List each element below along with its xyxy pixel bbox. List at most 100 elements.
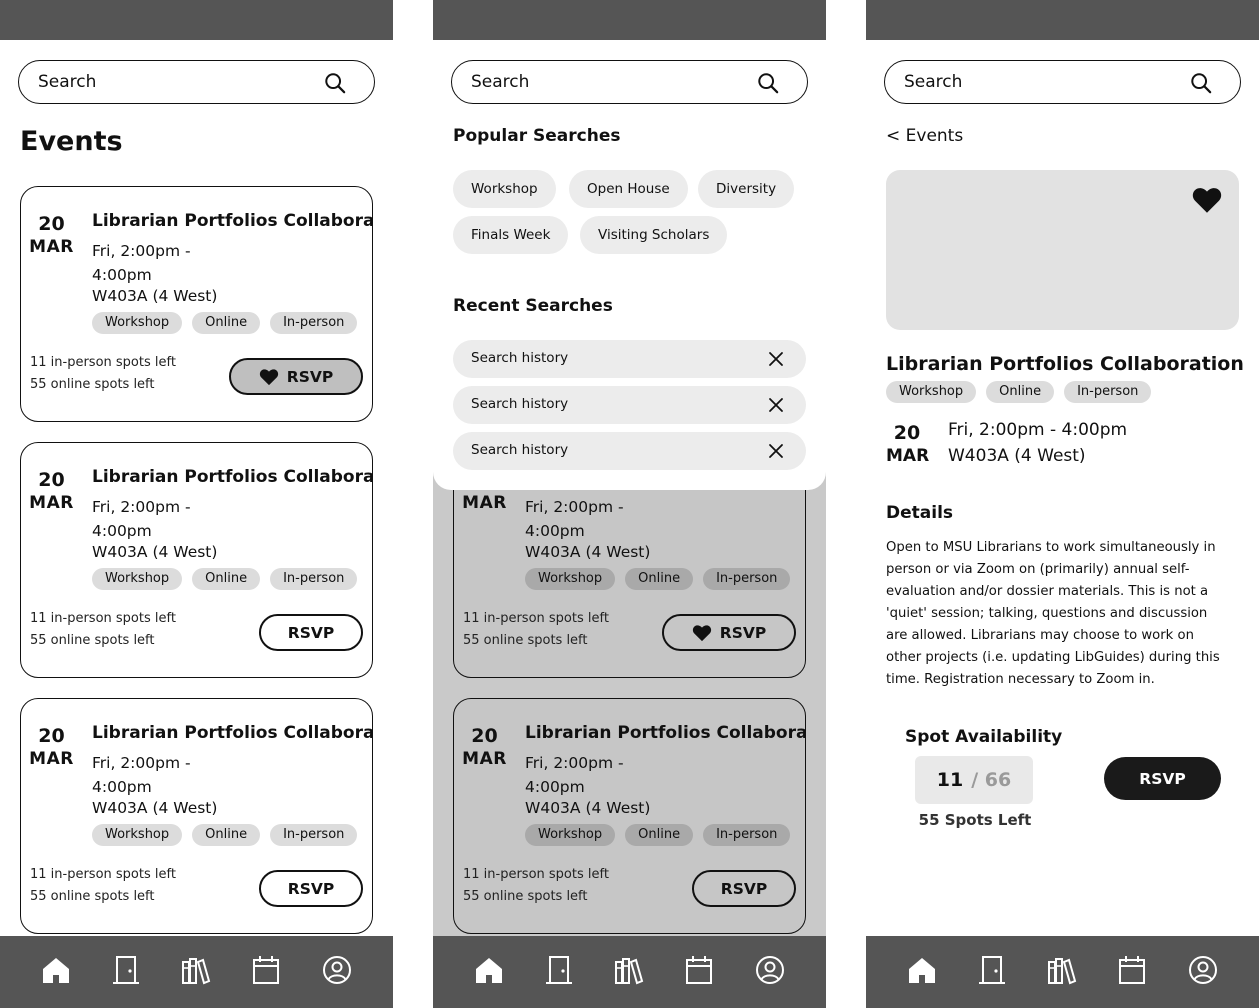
- spot-availability-title: Spot Availability: [905, 727, 1063, 747]
- search-icon[interactable]: [324, 72, 346, 94]
- books-icon[interactable]: [613, 954, 645, 986]
- event-card[interactable]: 20 MAR Librarian Portfolios Collaboratio…: [20, 442, 373, 678]
- close-icon[interactable]: [768, 443, 784, 459]
- tag-online: Online: [625, 568, 694, 590]
- recent-search-item[interactable]: Search history: [453, 432, 806, 470]
- door-icon[interactable]: [976, 954, 1008, 986]
- event-image: [886, 170, 1239, 330]
- search-placeholder: Search: [38, 72, 97, 92]
- event-time: Fri, 2:00pm - 4:00pm: [525, 498, 624, 540]
- tab-bar: [0, 936, 393, 1008]
- event-title: Librarian Portfolios Collaboration: [92, 211, 373, 231]
- spot-counter: 11 / 66: [915, 756, 1033, 804]
- calendar-icon[interactable]: [250, 954, 282, 986]
- search-input[interactable]: Search: [18, 60, 375, 104]
- search-placeholder: Search: [471, 72, 530, 92]
- back-link[interactable]: < Events: [886, 126, 963, 146]
- popular-chip-workshop[interactable]: Workshop: [453, 170, 556, 208]
- tag-in-person: In-person: [270, 568, 358, 590]
- online-spots: 55 online spots left: [30, 633, 155, 648]
- home-icon[interactable]: [473, 954, 505, 986]
- events-list-screen: Search Events 20 MAR Librarian Portfolio…: [0, 0, 393, 1008]
- spots-taken: 11: [936, 769, 964, 791]
- rsvp-button[interactable]: RSVP: [229, 358, 363, 395]
- search-icon[interactable]: [757, 72, 779, 94]
- profile-icon[interactable]: [754, 954, 786, 986]
- event-title: Librarian Portfolios Collaboration: [92, 467, 373, 487]
- event-title: Librarian Portfolios Collaboration: [525, 723, 806, 743]
- status-bar: [0, 0, 393, 40]
- event-month: MAR: [886, 446, 930, 466]
- event-tags: Workshop Online In-person: [525, 824, 791, 846]
- tag-in-person: In-person: [703, 568, 791, 590]
- rsvp-button[interactable]: RSVP: [662, 614, 796, 651]
- event-room: W403A (4 West): [525, 799, 651, 817]
- event-title: Librarian Portfolios Collaboration: [92, 723, 373, 743]
- calendar-icon[interactable]: [1116, 954, 1148, 986]
- rsvp-label: RSVP: [287, 623, 335, 642]
- rsvp-button[interactable]: RSVP: [259, 614, 363, 651]
- profile-icon[interactable]: [1187, 954, 1219, 986]
- tag-workshop: Workshop: [92, 568, 183, 590]
- popular-chip-visiting-scholars[interactable]: Visiting Scholars: [580, 216, 728, 254]
- search-screen: MAR Fri, 2:00pm - 4:00pm W403A (4 West) …: [433, 0, 826, 1008]
- heart-icon: [692, 624, 711, 641]
- rsvp-button[interactable]: RSVP: [692, 870, 796, 907]
- event-tags: Workshop Online In-person: [92, 824, 358, 846]
- search-placeholder: Search: [904, 72, 963, 92]
- online-spots: 55 online spots left: [463, 889, 588, 904]
- calendar-icon[interactable]: [683, 954, 715, 986]
- tag-online: Online: [625, 824, 694, 846]
- rsvp-button[interactable]: RSVP: [1104, 757, 1221, 800]
- event-tags: Workshop Online In-person: [92, 312, 358, 334]
- search-input[interactable]: Search: [884, 60, 1241, 104]
- tag-workshop: Workshop: [92, 824, 183, 846]
- rsvp-button[interactable]: RSVP: [259, 870, 363, 907]
- event-time: Fri, 2:00pm - 4:00pm: [525, 754, 624, 796]
- popular-chip-finals-week[interactable]: Finals Week: [453, 216, 569, 254]
- heart-icon[interactable]: [1191, 186, 1223, 214]
- event-tags: Workshop Online In-person: [525, 568, 791, 590]
- inperson-spots: 11 in-person spots left: [30, 611, 176, 626]
- event-day: 20: [38, 725, 65, 747]
- event-title: Librarian Portfolios Collaboration: [886, 353, 1244, 375]
- event-time: Fri, 2:00pm - 4:00pm: [948, 420, 1128, 440]
- event-time: Fri, 2:00pm - 4:00pm: [92, 498, 191, 540]
- recent-searches-title: Recent Searches: [453, 296, 613, 316]
- inperson-spots: 11 in-person spots left: [463, 867, 609, 882]
- close-icon[interactable]: [768, 397, 784, 413]
- event-description: Open to MSU Librarians to work simultane…: [886, 540, 1220, 687]
- search-icon[interactable]: [1190, 72, 1212, 94]
- online-spots: 55 online spots left: [30, 377, 155, 392]
- search-input[interactable]: Search: [451, 60, 808, 104]
- event-room: W403A (4 West): [948, 446, 1086, 466]
- recent-search-item[interactable]: Search history: [453, 386, 806, 424]
- popular-chip-open-house[interactable]: Open House: [569, 170, 688, 208]
- status-bar: [433, 0, 826, 40]
- recent-search-text: Search history: [471, 396, 569, 412]
- event-card[interactable]: 20 MAR Librarian Portfolios Collaboratio…: [20, 698, 373, 934]
- event-time: Fri, 2:00pm - 4:00pm: [92, 242, 191, 284]
- event-month: MAR: [29, 749, 74, 769]
- home-icon[interactable]: [906, 954, 938, 986]
- heart-icon: [259, 368, 278, 385]
- door-icon[interactable]: [543, 954, 575, 986]
- popular-chip-diversity[interactable]: Diversity: [698, 170, 795, 208]
- books-icon[interactable]: [180, 954, 212, 986]
- rsvp-label: RSVP: [286, 367, 334, 386]
- door-icon[interactable]: [110, 954, 142, 986]
- profile-icon[interactable]: [321, 954, 353, 986]
- home-icon[interactable]: [40, 954, 72, 986]
- tag-online: Online: [986, 381, 1055, 403]
- rsvp-label: RSVP: [287, 879, 335, 898]
- search-dropdown: Popular Searches Workshop Open House Div…: [433, 40, 826, 490]
- event-day: 20: [471, 725, 498, 747]
- close-icon[interactable]: [768, 351, 784, 367]
- recent-search-item[interactable]: Search history: [453, 340, 806, 378]
- event-card[interactable]: 20 MAR Librarian Portfolios Collaboratio…: [20, 186, 373, 422]
- tag-workshop: Workshop: [525, 824, 616, 846]
- books-icon[interactable]: [1046, 954, 1078, 986]
- tab-bar: [866, 936, 1259, 1008]
- inperson-spots: 11 in-person spots left: [463, 611, 609, 626]
- event-card[interactable]: 20 MAR Librarian Portfolios Collaboratio…: [453, 698, 806, 934]
